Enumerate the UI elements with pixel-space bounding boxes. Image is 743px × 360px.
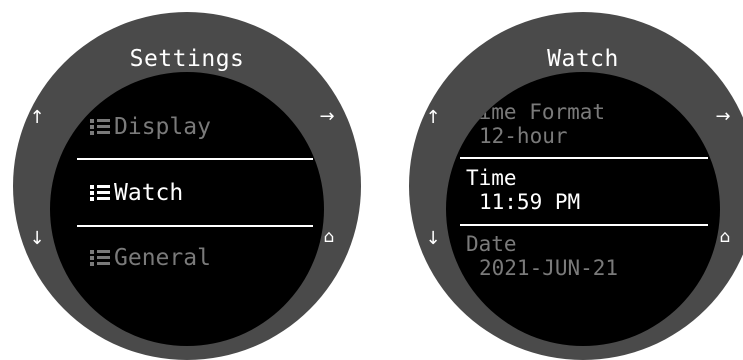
menu-item-display[interactable]: Display	[50, 108, 324, 148]
selection-divider-bottom	[77, 225, 313, 227]
menu-item-general[interactable]: General	[50, 239, 324, 279]
watch-screen: Time Format 12-hour Time 11:59 PM Date 2…	[446, 72, 720, 346]
right-arrow-icon[interactable]: →	[317, 108, 337, 126]
setting-value: 11:59 PM	[479, 190, 581, 214]
menu-item-label: General	[114, 245, 211, 271]
menu-item-watch[interactable]: Watch	[50, 174, 324, 214]
selection-divider-bottom	[460, 224, 708, 226]
selection-divider-top	[77, 158, 313, 160]
list-icon	[90, 248, 110, 268]
list-icon	[90, 117, 110, 137]
setting-time-format[interactable]: Time Format 12-hour	[466, 100, 706, 148]
home-icon[interactable]: ⌂	[715, 228, 735, 246]
setting-date[interactable]: Date 2021-JUN-21	[466, 232, 706, 280]
setting-name: Time Format	[466, 100, 606, 124]
home-icon[interactable]: ⌂	[319, 228, 339, 246]
watch-title: Settings	[129, 46, 245, 72]
watch-title: Watch	[547, 46, 619, 72]
menu-item-label: Display	[114, 114, 211, 140]
setting-time[interactable]: Time 11:59 PM	[466, 166, 706, 214]
setting-value: 2021-JUN-21	[479, 256, 619, 280]
down-arrow-icon[interactable]: ↓	[27, 230, 47, 248]
menu-item-label: Watch	[114, 180, 184, 206]
up-arrow-icon[interactable]: ↑	[423, 109, 443, 127]
up-arrow-icon[interactable]: ↑	[27, 109, 47, 127]
watch-screen: Display Watch General	[50, 72, 324, 346]
setting-value: 12-hour	[479, 124, 568, 148]
selection-divider-top	[460, 157, 708, 159]
right-arrow-icon[interactable]: →	[713, 108, 733, 126]
list-icon	[90, 183, 110, 203]
setting-name: Date	[466, 232, 517, 256]
setting-name: Time	[466, 166, 517, 190]
watch-settings-watch: Watch Time Format 12-hour Time 11:59 PM …	[409, 12, 743, 360]
down-arrow-icon[interactable]: ↓	[423, 230, 443, 248]
settings-watch: Settings Display Watch General ↑ ↓ → ⌂	[13, 12, 361, 360]
